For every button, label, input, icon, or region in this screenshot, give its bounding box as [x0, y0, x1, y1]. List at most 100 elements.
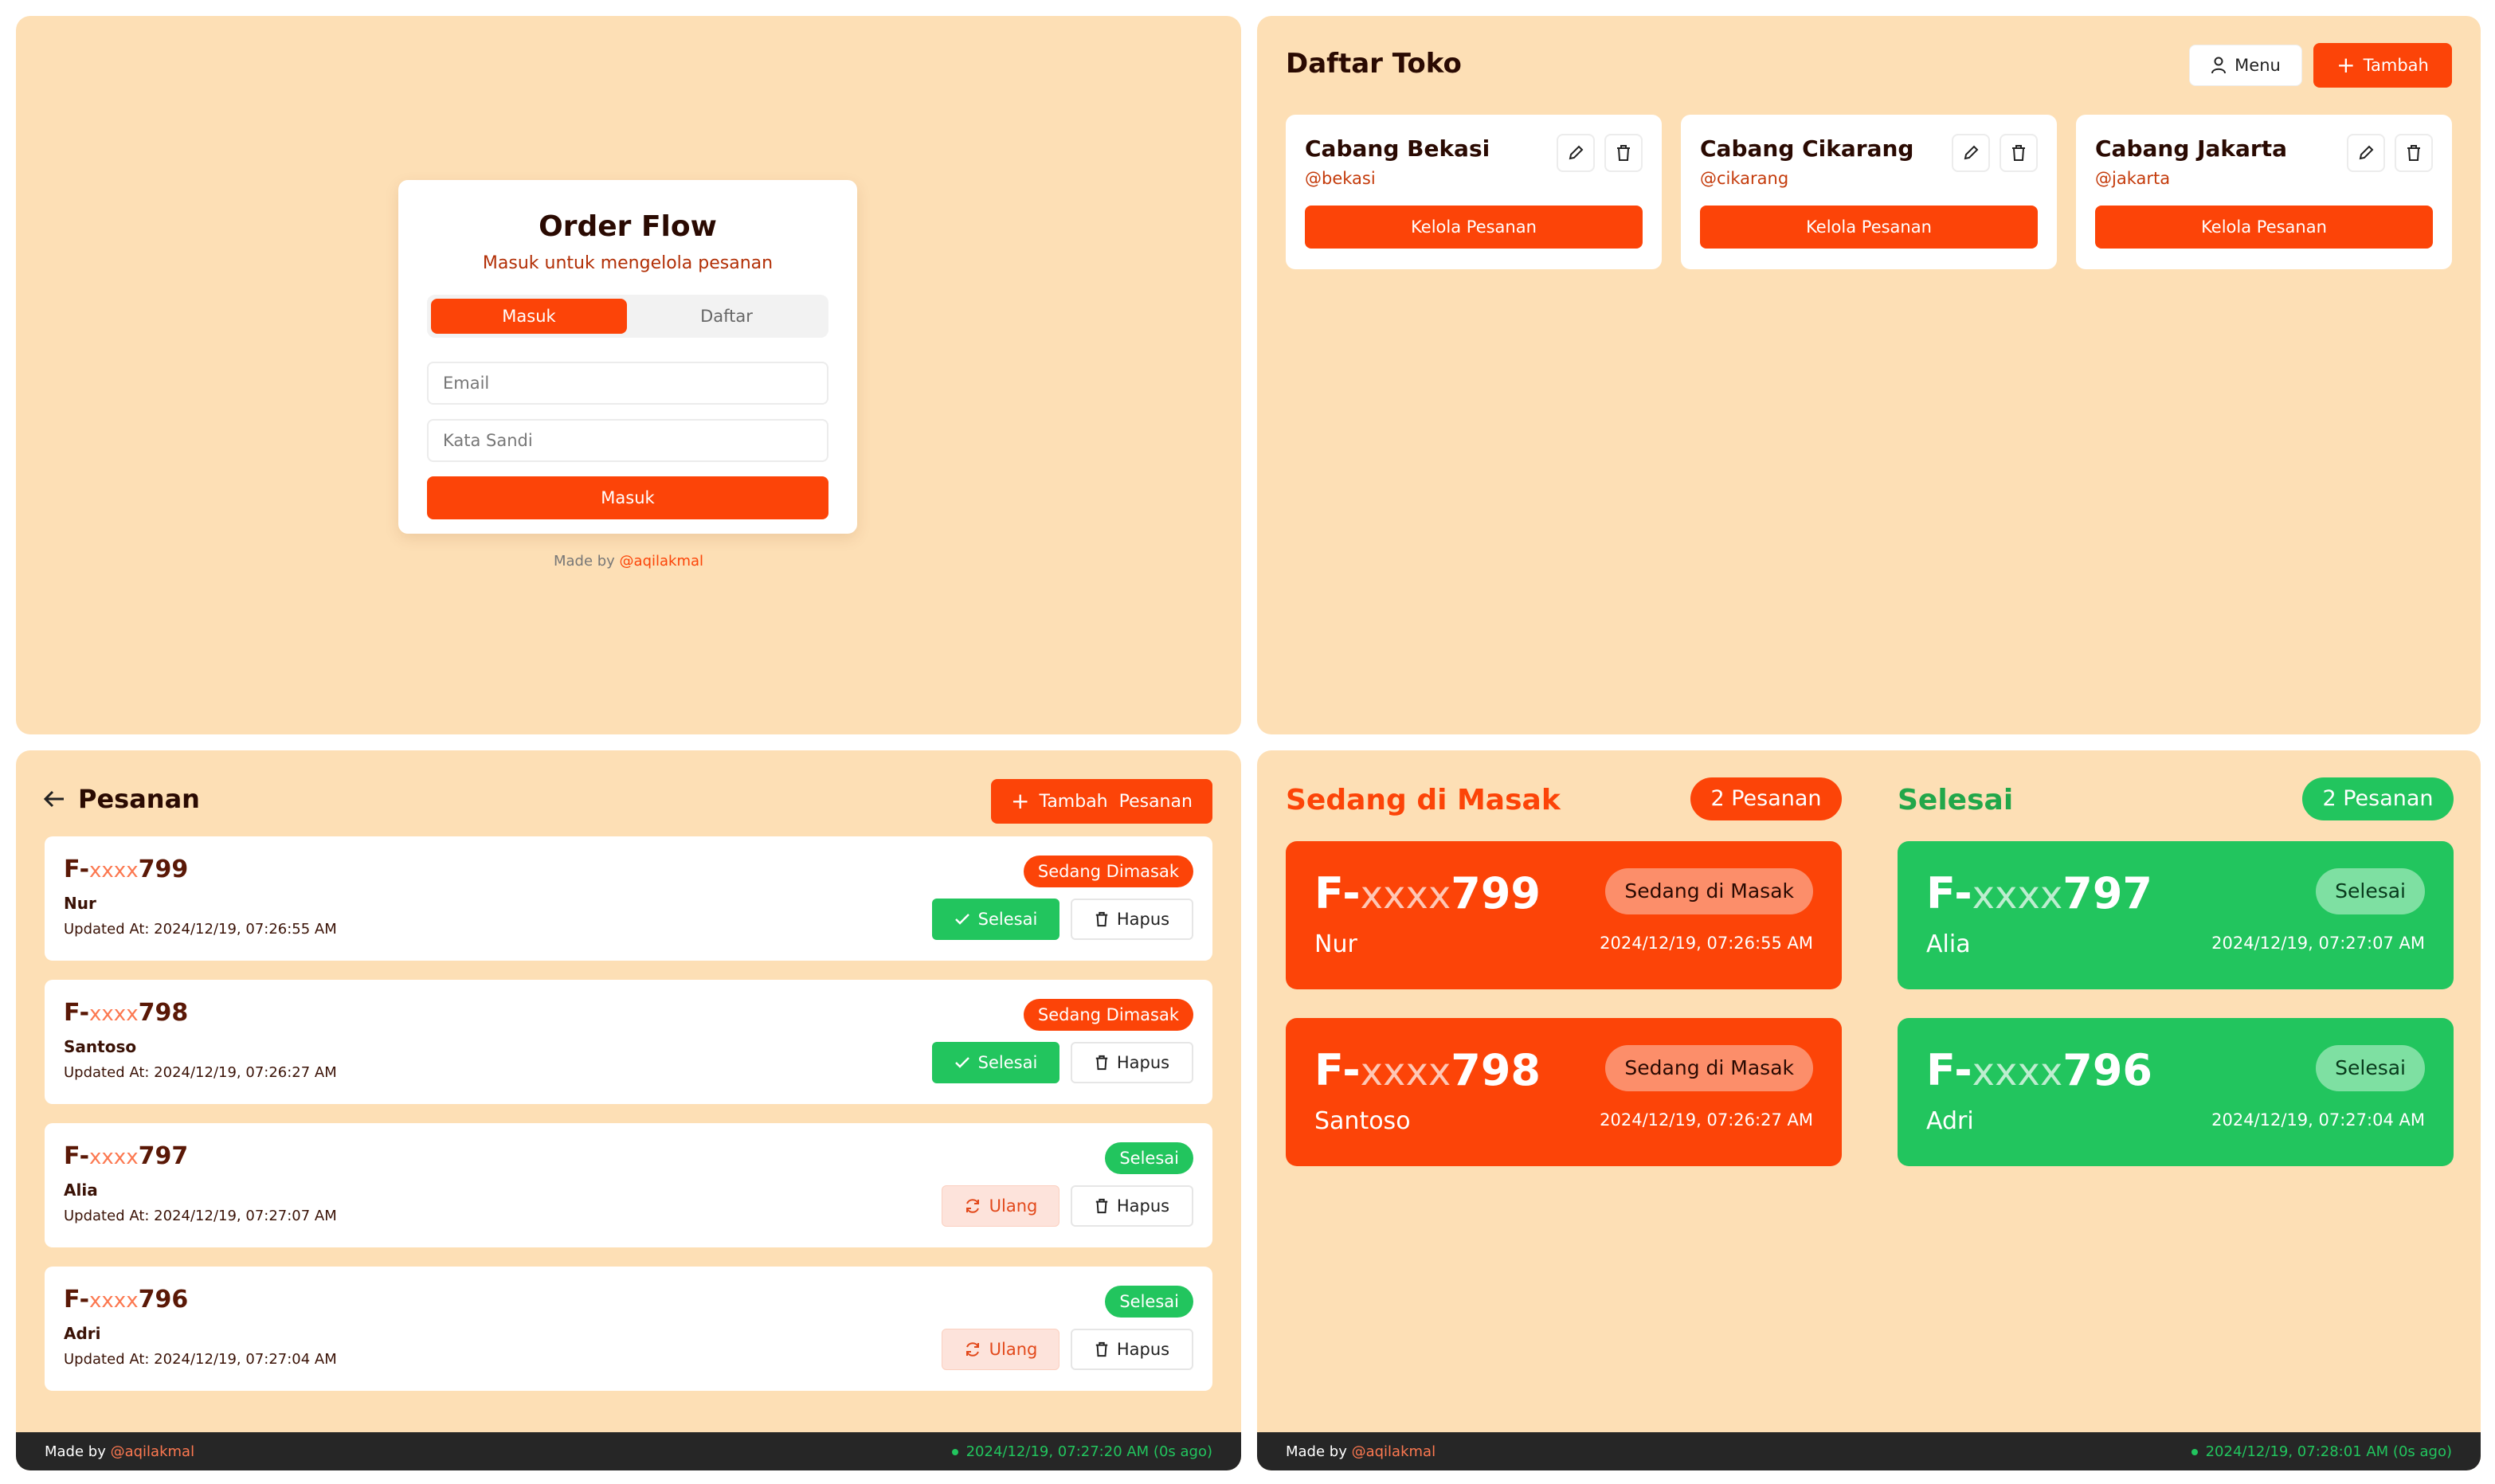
kitchen-order-card: F-xxxx798 Santoso Sedang di Masak 2024/1… — [1286, 1018, 1842, 1166]
store-card: Cabang Jakarta @jakarta Kelola Pesanan — [2076, 115, 2452, 269]
status-badge: Selesai — [1105, 1286, 1193, 1318]
order-number: 796 — [2062, 1045, 2152, 1095]
check-icon — [954, 914, 969, 925]
order-prefix: F- — [64, 1142, 90, 1170]
author-link[interactable]: @aqilakmal — [111, 1443, 194, 1460]
auth-tabs: Masuk Daftar — [427, 295, 828, 338]
redo-label: Ulang — [989, 1340, 1038, 1359]
trash-icon — [2012, 145, 2025, 161]
order-time: 2024/12/19, 07:27:04 AM — [2211, 1110, 2425, 1130]
order-code: F-xxxx799 — [64, 856, 188, 883]
pencil-icon — [1964, 145, 1979, 160]
menu-button[interactable]: Menu — [2189, 45, 2302, 86]
add-order-button[interactable]: + Tambah Pesanan — [991, 779, 1212, 824]
trash-icon — [1095, 1198, 1108, 1214]
order-number: 797 — [2062, 868, 2152, 918]
delete-order-button[interactable]: Hapus — [1071, 899, 1193, 940]
order-time: 2024/12/19, 07:26:55 AM — [1600, 934, 1813, 953]
store-handle: @bekasi — [1305, 169, 1376, 188]
delete-store-button[interactable] — [2395, 134, 2433, 172]
order-prefix: F- — [1926, 868, 1972, 918]
order-customer: Nur — [64, 894, 96, 913]
app-title: Order Flow — [539, 210, 717, 243]
plus-icon: + — [2336, 52, 2356, 78]
made-by-prefix: Made by — [1286, 1443, 1352, 1460]
add-store-button[interactable]: + Tambah — [2313, 43, 2452, 88]
redo-button[interactable]: Ulang — [942, 1185, 1059, 1227]
made-by-credit: Made by @aqilakmal — [45, 1443, 194, 1460]
order-mask: xxxx — [89, 1289, 139, 1313]
store-card: Cabang Cikarang @cikarang Kelola Pesanan — [1681, 115, 2057, 269]
order-customer: Santoso — [64, 1037, 137, 1056]
order-number: 796 — [138, 1286, 189, 1314]
delete-order-button[interactable]: Hapus — [1071, 1185, 1193, 1227]
mark-done-button[interactable]: Selesai — [932, 899, 1059, 940]
add-store-label: Tambah — [2363, 56, 2429, 75]
delete-order-button[interactable]: Hapus — [1071, 1042, 1193, 1083]
add-order-label: Tambah Pesanan — [1039, 791, 1193, 812]
order-card: F-xxxx799 Nur Updated At: 2024/12/19, 07… — [45, 836, 1212, 961]
order-mask: xxxx — [89, 1145, 139, 1169]
manage-orders-button[interactable]: Kelola Pesanan — [1305, 206, 1643, 249]
order-code: F-xxxx798 — [1314, 1045, 1541, 1095]
edit-store-button[interactable] — [1557, 134, 1595, 172]
order-customer: Alia — [1926, 930, 1971, 958]
check-icon — [954, 1057, 969, 1068]
last-updated: 2024/12/19, 07:28:01 AM (0s ago) — [2191, 1443, 2452, 1460]
made-by-credit: Made by @aqilakmal — [1286, 1443, 1436, 1460]
tab-register[interactable]: Daftar — [629, 299, 824, 334]
mark-done-label: Selesai — [977, 1053, 1038, 1072]
last-updated-text: 2024/12/19, 07:28:01 AM (0s ago) — [2205, 1443, 2452, 1460]
order-card: F-xxxx798 Santoso Updated At: 2024/12/19… — [45, 980, 1212, 1104]
delete-order-button[interactable]: Hapus — [1071, 1329, 1193, 1370]
made-by-prefix: Made by — [45, 1443, 111, 1460]
email-field[interactable] — [427, 362, 828, 405]
footer: Made by @aqilakmal 2024/12/19, 07:27:20 … — [16, 1432, 1241, 1470]
status-badge: Sedang Dimasak — [1023, 856, 1193, 887]
order-prefix: F- — [64, 856, 90, 883]
manage-orders-button[interactable]: Kelola Pesanan — [2095, 206, 2433, 249]
edit-store-button[interactable] — [2347, 134, 2385, 172]
order-mask: xxxx — [1972, 1050, 2063, 1094]
trash-icon — [2407, 145, 2420, 161]
author-link[interactable]: @aqilakmal — [620, 553, 703, 570]
order-code: F-xxxx797 — [64, 1142, 188, 1170]
order-card: F-xxxx797 Alia Updated At: 2024/12/19, 0… — [45, 1123, 1212, 1247]
order-number: 799 — [138, 856, 189, 883]
store-card: Cabang Bekasi @bekasi Kelola Pesanan — [1286, 115, 1662, 269]
order-customer: Adri — [64, 1324, 101, 1343]
order-number: 797 — [138, 1142, 189, 1170]
login-subtitle: Masuk untuk mengelola pesanan — [482, 253, 774, 273]
delete-store-button[interactable] — [1604, 134, 1643, 172]
store-handle: @jakarta — [2095, 169, 2171, 188]
refresh-icon — [965, 1199, 979, 1213]
mark-done-button[interactable]: Selesai — [932, 1042, 1059, 1083]
order-updated: Updated At: 2024/12/19, 07:27:07 AM — [64, 1208, 337, 1224]
kitchen-order-card: F-xxxx799 Nur Sedang di Masak 2024/12/19… — [1286, 841, 1842, 989]
order-prefix: F- — [64, 1286, 90, 1314]
back-arrow-icon[interactable] — [43, 789, 65, 809]
store-name: Cabang Bekasi — [1305, 135, 1490, 162]
trash-icon — [1095, 1341, 1108, 1357]
status-badge: Selesai — [2316, 1045, 2425, 1091]
footer: Made by @aqilakmal 2024/12/19, 07:28:01 … — [1257, 1432, 2481, 1470]
order-mask: xxxx — [89, 859, 139, 883]
delete-label: Hapus — [1116, 1196, 1170, 1216]
user-icon — [2211, 57, 2227, 74]
edit-store-button[interactable] — [1952, 134, 1990, 172]
delete-store-button[interactable] — [2000, 134, 2038, 172]
order-customer: Nur — [1314, 930, 1357, 958]
made-by-prefix: Made by — [553, 553, 620, 570]
tab-login[interactable]: Masuk — [431, 299, 627, 334]
status-badge: Sedang di Masak — [1605, 868, 1813, 914]
manage-orders-button[interactable]: Kelola Pesanan — [1700, 206, 2038, 249]
login-submit-button[interactable]: Masuk — [427, 476, 828, 519]
author-link[interactable]: @aqilakmal — [1352, 1443, 1436, 1460]
delete-label: Hapus — [1116, 1340, 1170, 1359]
order-prefix: F- — [1314, 868, 1361, 918]
redo-button[interactable]: Ulang — [942, 1329, 1059, 1370]
password-field[interactable] — [427, 419, 828, 462]
stores-panel: Daftar Toko Menu + Tambah Cabang Bekasi … — [1257, 16, 2481, 734]
done-count-badge: 2 Pesanan — [2302, 777, 2454, 820]
cooking-count-badge: 2 Pesanan — [1690, 777, 1842, 820]
